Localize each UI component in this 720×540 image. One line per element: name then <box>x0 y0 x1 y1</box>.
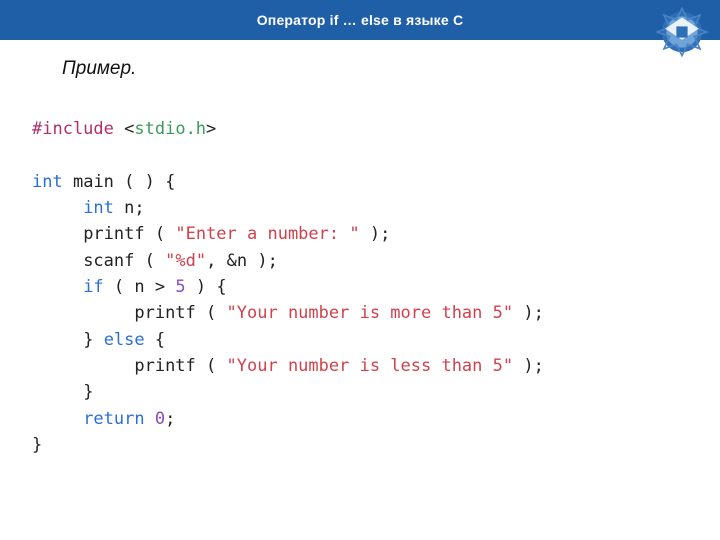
semicolon: ; <box>380 224 390 244</box>
paren-open: ( <box>206 303 216 323</box>
brace-open: { <box>216 277 226 297</box>
var-n: n <box>124 198 134 218</box>
emblem-logo <box>654 4 710 60</box>
header-stdio: stdio.h <box>134 119 206 139</box>
amp-n: &n <box>227 251 247 271</box>
fn-printf: printf <box>134 356 195 376</box>
fn-scanf: scanf <box>83 251 134 271</box>
kw-else: else <box>104 330 145 350</box>
comma: , <box>206 251 216 271</box>
str-prompt: "Enter a number: " <box>175 224 359 244</box>
kw-if: if <box>83 277 103 297</box>
paren-close: ) <box>257 251 267 271</box>
brace-open: { <box>155 330 165 350</box>
lit-0: 0 <box>155 409 165 429</box>
preproc-include: #include <box>32 119 114 139</box>
op-gt: > <box>155 277 165 297</box>
str-less: "Your number is less than 5" <box>227 356 514 376</box>
kw-int: int <box>32 172 63 192</box>
semicolon: ; <box>534 303 544 323</box>
paren-close: ) <box>523 356 533 376</box>
header-title: Оператор if … else в языке С <box>257 12 464 28</box>
paren-close: ) <box>370 224 380 244</box>
kw-return: return <box>83 409 144 429</box>
brace-open: { <box>165 172 175 192</box>
semicolon: ; <box>268 251 278 271</box>
paren-open: ( <box>155 224 165 244</box>
paren-open: ( <box>114 277 124 297</box>
str-more: "Your number is more than 5" <box>227 303 514 323</box>
paren-open: ( <box>206 356 216 376</box>
angle-close: > <box>206 119 216 139</box>
lit-5: 5 <box>175 277 185 297</box>
brace-close: } <box>32 435 42 455</box>
semicolon: ; <box>534 356 544 376</box>
fn-printf: printf <box>134 303 195 323</box>
paren-open: ( <box>124 172 134 192</box>
code-block: #include <stdio.h> int main ( ) { int n;… <box>32 116 720 458</box>
var-n: n <box>134 277 144 297</box>
paren-close: ) <box>145 172 155 192</box>
angle-open: < <box>124 119 134 139</box>
paren-close: ) <box>523 303 533 323</box>
example-subtitle: Пример. <box>62 58 720 80</box>
brace-close: } <box>83 382 93 402</box>
header-bar: Оператор if … else в языке С <box>0 0 720 40</box>
paren-close: ) <box>196 277 206 297</box>
kw-int: int <box>83 198 114 218</box>
fn-printf: printf <box>83 224 144 244</box>
semicolon: ; <box>134 198 144 218</box>
str-fmt: "%d" <box>165 251 206 271</box>
brace-close: } <box>83 330 93 350</box>
semicolon: ; <box>165 409 175 429</box>
fn-main: main <box>73 172 114 192</box>
paren-open: ( <box>145 251 155 271</box>
